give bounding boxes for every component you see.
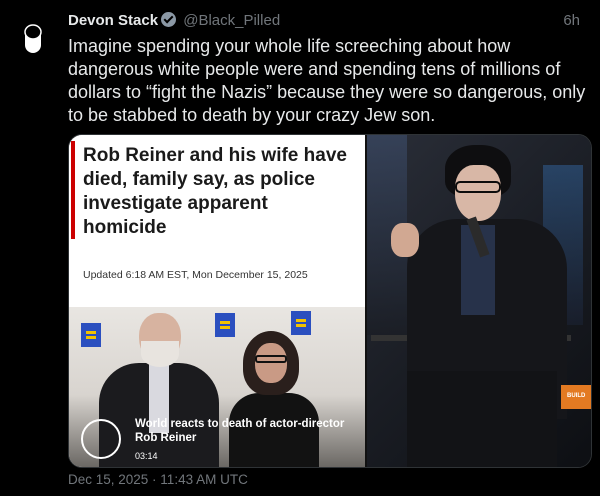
- article-updated-time: Updated 6:18 AM EST, Mon December 15, 20…: [83, 269, 308, 281]
- author-handle[interactable]: @Black_Pilled: [183, 12, 280, 29]
- headline-accent-bar: [71, 141, 75, 239]
- tweet-text: Imagine spending your whole life screech…: [68, 36, 586, 125]
- photo-person: [391, 223, 419, 257]
- video-title: World reacts to death of actor-director …: [135, 418, 345, 444]
- article-headline: Rob Reiner and his wife have died, famil…: [83, 145, 347, 238]
- photo-person: [455, 181, 501, 193]
- photo-person: [455, 165, 501, 221]
- avatar[interactable]: [10, 15, 56, 61]
- tweet-media[interactable]: Rob Reiner and his wife have died, famil…: [68, 134, 592, 468]
- tweet-date[interactable]: Dec 15, 2025 · 11:43 AM UTC: [68, 472, 248, 487]
- event-sign: BUILD: [561, 385, 591, 409]
- video-person: [255, 343, 287, 383]
- article-header: Rob Reiner and his wife have died, famil…: [69, 135, 365, 305]
- video-person: [141, 341, 179, 367]
- hrc-logo-icon: [215, 313, 235, 337]
- author-name[interactable]: Devon Stack: [68, 12, 158, 29]
- hrc-logo-icon: [291, 311, 311, 335]
- news-video[interactable]: World reacts to death of actor-director …: [69, 307, 365, 467]
- black-pilled-logo-icon: [11, 16, 55, 60]
- tweet-header: Devon Stack @Black_Pilled 6h: [68, 12, 590, 32]
- photo-person: [407, 371, 557, 467]
- tweet-timestamp[interactable]: 6h: [563, 12, 580, 29]
- news-screenshot[interactable]: Rob Reiner and his wife have died, famil…: [69, 135, 365, 467]
- hrc-logo-icon: [81, 323, 101, 347]
- photo-panel[interactable]: BUILD: [367, 135, 591, 467]
- verified-badge-icon: [161, 12, 177, 27]
- play-button-icon[interactable]: [81, 419, 121, 459]
- video-duration: 03:14: [135, 451, 158, 461]
- video-person: [255, 355, 287, 363]
